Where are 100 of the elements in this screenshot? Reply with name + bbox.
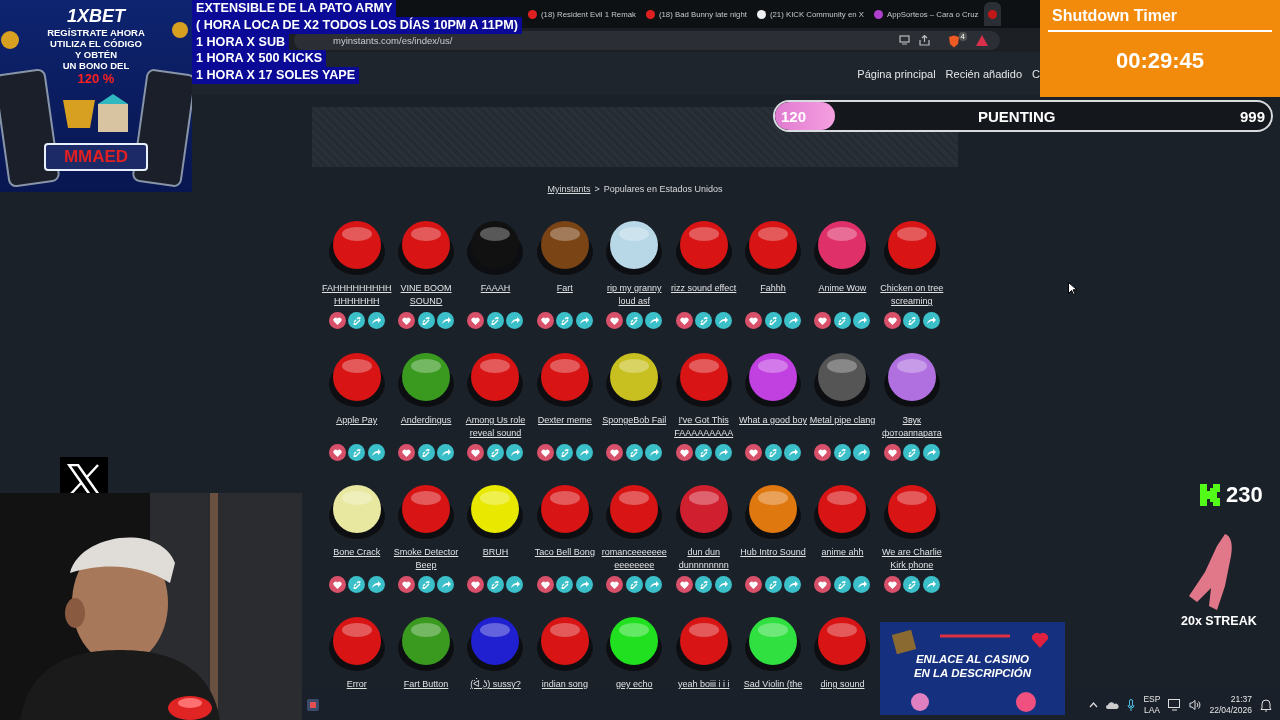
copy-link-button[interactable] xyxy=(833,576,851,593)
sound-link[interactable]: Fahhh xyxy=(738,282,809,308)
favorite-button[interactable] xyxy=(675,576,693,593)
favorite-button[interactable] xyxy=(398,444,416,461)
share-button[interactable] xyxy=(922,444,940,461)
sound-button[interactable] xyxy=(397,614,456,672)
copy-link-button[interactable] xyxy=(348,444,366,461)
copy-link-button[interactable] xyxy=(556,576,574,593)
sound-link[interactable]: BRUH xyxy=(460,546,531,572)
share-button[interactable] xyxy=(784,444,802,461)
copy-link-button[interactable] xyxy=(417,576,435,593)
sound-link[interactable]: romanceeeeeeeeeeeeeee xyxy=(599,546,670,572)
sound-link[interactable]: anime ahh xyxy=(807,546,878,572)
copy-link-button[interactable] xyxy=(417,444,435,461)
favorite-button[interactable] xyxy=(398,576,416,593)
share-button[interactable] xyxy=(714,312,732,329)
microphone-icon[interactable] xyxy=(1127,699,1136,711)
sound-link[interactable]: Chicken on tree screaming xyxy=(876,282,947,308)
share-button[interactable] xyxy=(575,444,593,461)
sound-link[interactable]: Sad Violin (the xyxy=(738,678,809,690)
speaker-icon[interactable] xyxy=(1189,700,1202,710)
sound-link[interactable]: Error xyxy=(321,678,392,690)
sound-link[interactable]: rip my granny loud asf xyxy=(599,282,670,308)
favorite-button[interactable] xyxy=(467,444,485,461)
sound-button[interactable] xyxy=(744,482,803,540)
copy-link-button[interactable] xyxy=(486,444,504,461)
sound-button[interactable] xyxy=(605,218,664,276)
sound-link[interactable]: dun dun dunnnnnnnn xyxy=(668,546,739,572)
favorite-button[interactable] xyxy=(467,312,485,329)
favorite-button[interactable] xyxy=(606,312,624,329)
favorite-button[interactable] xyxy=(745,312,763,329)
triangle-icon[interactable] xyxy=(976,34,988,46)
sound-link[interactable]: ding sound xyxy=(807,678,878,690)
share-button[interactable] xyxy=(506,312,524,329)
copy-link-button[interactable] xyxy=(695,444,713,461)
share-button[interactable] xyxy=(645,444,663,461)
favorite-button[interactable] xyxy=(536,312,554,329)
favorite-button[interactable] xyxy=(328,576,346,593)
sound-link[interactable]: Dexter meme xyxy=(529,414,600,440)
chevron-up-icon[interactable] xyxy=(1089,702,1099,708)
cast-icon[interactable] xyxy=(899,35,910,45)
favorite-button[interactable] xyxy=(467,576,485,593)
sound-link[interactable]: yeah boiii i i i xyxy=(668,678,739,690)
share-button[interactable] xyxy=(575,576,593,593)
sound-link[interactable]: I've Got This FAAAAAAAAA xyxy=(668,414,739,440)
sound-link[interactable]: Bone Crack xyxy=(321,546,392,572)
copy-link-button[interactable] xyxy=(348,576,366,593)
favorite-button[interactable] xyxy=(606,444,624,461)
promo-banner[interactable]: 1XBET REGÍSTRATE AHORA UTILIZA EL CÓDIGO Y OBTÉN UN BONO DEL 120 % MMAED xyxy=(0,0,192,192)
copy-link-button[interactable] xyxy=(903,444,921,461)
sound-link[interactable]: Anderdingus xyxy=(391,414,462,440)
share-button[interactable] xyxy=(575,312,593,329)
sound-link[interactable]: FAHHHHHHHHHHHHHHHH xyxy=(321,282,392,308)
nav-link[interactable]: C xyxy=(1032,67,1040,80)
favorite-button[interactable] xyxy=(328,312,346,329)
sound-link[interactable]: FAAAH xyxy=(460,282,531,308)
share-button[interactable] xyxy=(853,312,871,329)
copy-link-button[interactable] xyxy=(556,444,574,461)
copy-link-button[interactable] xyxy=(486,312,504,329)
notification-icon[interactable] xyxy=(1260,698,1272,712)
sound-button[interactable] xyxy=(813,218,872,276)
sound-link[interactable]: Metal pipe clang xyxy=(807,414,878,440)
nav-link[interactable]: Página principal xyxy=(857,67,936,80)
sound-link[interactable]: gey echo xyxy=(599,678,670,690)
sound-link[interactable]: What a good boy xyxy=(738,414,809,440)
share-button[interactable] xyxy=(437,312,455,329)
share-button[interactable] xyxy=(714,576,732,593)
copy-link-button[interactable] xyxy=(625,312,643,329)
nav-link[interactable]: Recién añadido xyxy=(945,67,1023,80)
share-button[interactable] xyxy=(922,576,940,593)
sound-link[interactable]: We are Charlie Kirk phone xyxy=(876,546,947,572)
sound-link[interactable]: Taco Bell Bong xyxy=(529,546,600,572)
clock[interactable]: 21:37 22/04/2026 xyxy=(1209,694,1252,716)
favorite-button[interactable] xyxy=(814,576,832,593)
sound-link[interactable]: Fart xyxy=(529,282,600,308)
copy-link-button[interactable] xyxy=(764,444,782,461)
copy-link-button[interactable] xyxy=(833,312,851,329)
favorite-button[interactable] xyxy=(536,444,554,461)
sound-link[interactable]: (ᐛ ͜ʖ) sussy? xyxy=(460,678,531,690)
browser-tab[interactable] xyxy=(984,2,1002,26)
copy-link-button[interactable] xyxy=(903,576,921,593)
sound-button[interactable] xyxy=(397,350,456,408)
copy-link-button[interactable] xyxy=(556,312,574,329)
copy-link-button[interactable] xyxy=(348,312,366,329)
share-button[interactable] xyxy=(367,576,385,593)
sound-link[interactable]: rizz sound effect xyxy=(668,282,739,308)
copy-link-button[interactable] xyxy=(486,576,504,593)
favorite-button[interactable] xyxy=(814,444,832,461)
sound-link[interactable]: Anime Wow xyxy=(807,282,878,308)
sound-link[interactable]: Among Us role reveal sound xyxy=(460,414,531,440)
share-button[interactable] xyxy=(784,312,802,329)
favorite-button[interactable] xyxy=(536,576,554,593)
share-button[interactable] xyxy=(922,312,940,329)
sound-link[interactable]: Звук фотоаппарата xyxy=(876,414,947,440)
input-language[interactable]: ESP LAA xyxy=(1143,694,1161,716)
favorite-button[interactable] xyxy=(745,576,763,593)
copy-link-button[interactable] xyxy=(764,312,782,329)
favorite-button[interactable] xyxy=(883,444,901,461)
share-button[interactable] xyxy=(367,312,385,329)
copy-link-button[interactable] xyxy=(417,312,435,329)
